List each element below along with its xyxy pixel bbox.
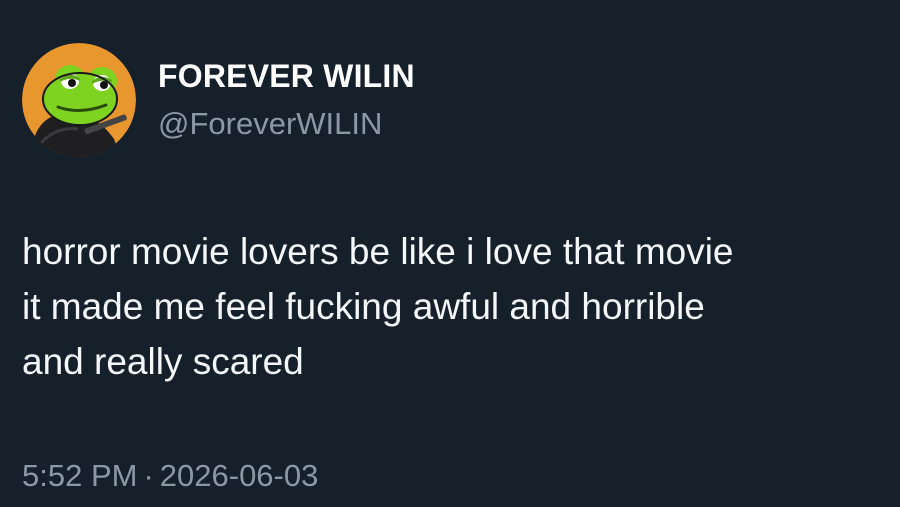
timestamp-separator: · <box>143 458 154 493</box>
frog-cartoon-avatar-icon <box>22 43 136 157</box>
tweet-text-line: it made me feel fucking awful and horrib… <box>22 286 705 327</box>
tweet-text-line: horror movie lovers be like i love that … <box>22 231 734 272</box>
tweet-timestamp: 5:52 PM · 2026-06-03 <box>22 458 318 494</box>
avatar[interactable] <box>22 43 136 157</box>
tweet-text-line: and really scared <box>22 341 304 382</box>
tweet-card: FOREVER WILIN @ForeverWILIN horror movie… <box>0 0 900 507</box>
tweet-text: horror movie lovers be like i love that … <box>22 224 882 389</box>
tweet-time[interactable]: 5:52 PM <box>22 458 137 493</box>
user-handle[interactable]: @ForeverWILIN <box>158 106 382 142</box>
display-name[interactable]: FOREVER WILIN <box>158 58 415 95</box>
tweet-date[interactable]: 2026-06-03 <box>160 458 319 493</box>
